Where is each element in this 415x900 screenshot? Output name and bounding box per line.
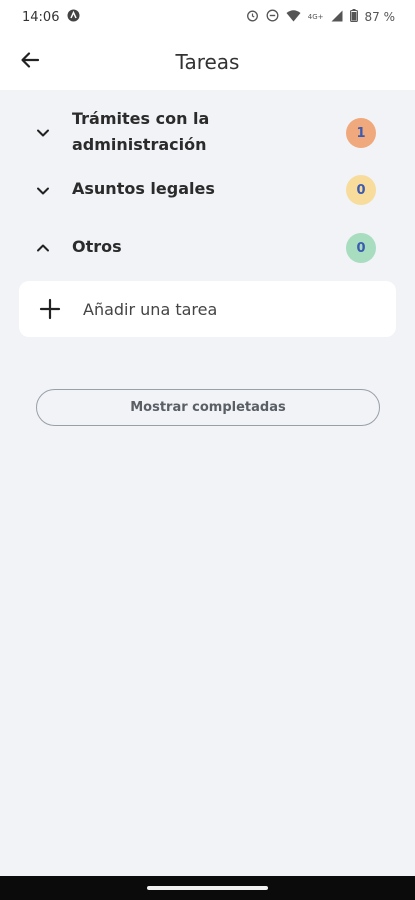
- battery-level: 87 %: [364, 10, 396, 24]
- chevron-down-icon: [34, 182, 52, 200]
- chevron-up-icon: [34, 239, 52, 257]
- add-task-label: Añadir una tarea: [83, 299, 218, 319]
- status-left: 14:06: [22, 9, 80, 26]
- count-badge: 0: [346, 233, 376, 263]
- add-task-button[interactable]: Añadir una tarea: [19, 281, 396, 337]
- app-bar: Tareas: [0, 34, 415, 90]
- arrow-left-icon: [20, 50, 40, 74]
- category-asuntos-legales[interactable]: Asuntos legales 0: [0, 174, 415, 206]
- home-gesture-handle[interactable]: [147, 886, 268, 890]
- show-completed-button[interactable]: Mostrar completadas: [36, 389, 380, 426]
- dnd-icon: [266, 9, 279, 25]
- signal-icon: [331, 10, 343, 25]
- status-bar: 14:06 4G+ 87 %: [0, 0, 415, 34]
- count-badge: 1: [346, 118, 376, 148]
- chevron-down-icon: [34, 124, 52, 142]
- status-right: 4G+ 87 %: [246, 9, 395, 25]
- category-label: Otros: [72, 237, 122, 256]
- status-time: 14:06: [22, 9, 60, 25]
- category-tramites[interactable]: Trámites con la administración 1: [0, 106, 415, 158]
- category-otros[interactable]: Otros 0: [0, 232, 415, 264]
- task-list: Trámites con la administración 1 Asuntos…: [0, 90, 415, 876]
- wifi-icon: [286, 9, 301, 25]
- alarm-icon: [246, 9, 259, 25]
- system-nav-bar: [0, 876, 415, 900]
- category-label: Trámites con la administración: [72, 109, 210, 154]
- page-title: Tareas: [175, 50, 240, 74]
- count-badge: 0: [346, 175, 376, 205]
- category-label: Asuntos legales: [72, 179, 215, 198]
- app-notification-icon: [67, 9, 80, 26]
- plus-icon: [39, 298, 61, 320]
- back-button[interactable]: [14, 46, 46, 78]
- network-type: 4G+: [307, 13, 324, 21]
- battery-icon: [349, 9, 358, 25]
